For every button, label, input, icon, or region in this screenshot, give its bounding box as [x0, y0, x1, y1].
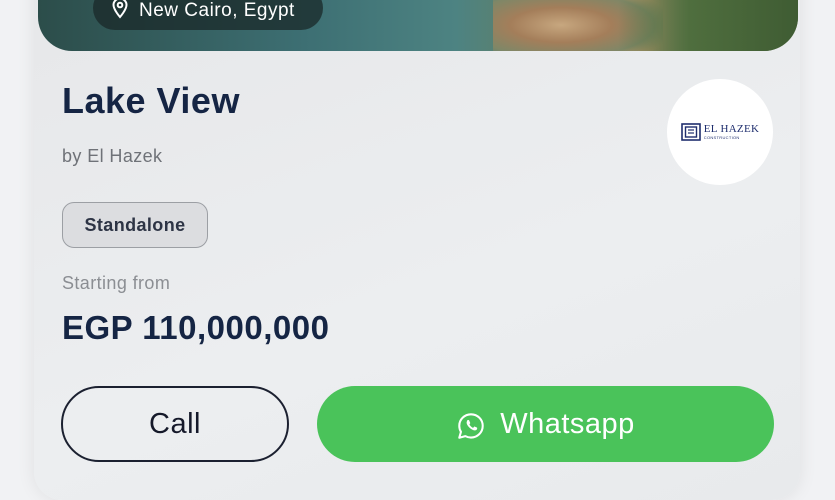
call-button[interactable]: Call: [61, 386, 289, 462]
whatsapp-button[interactable]: Whatsapp: [317, 386, 774, 462]
whatsapp-label: Whatsapp: [500, 407, 635, 440]
whatsapp-icon: [458, 413, 484, 439]
hero-grass: [618, 0, 798, 51]
logo-subtitle: CONSTRUCTION: [703, 135, 740, 140]
price-label: Starting from: [62, 273, 171, 293]
developer-byline: by El Hazek: [62, 146, 163, 166]
listing-title: Lake View: [62, 80, 240, 121]
el-hazek-logo: EL HAZEK CONSTRUCTION: [680, 123, 760, 141]
el-hazek-logo-mark-icon: [680, 123, 701, 141]
price-value: EGP 110,000,000: [62, 309, 330, 346]
hero-image[interactable]: New Cairo, Egypt: [38, 0, 798, 51]
logo-name: EL HAZEK: [703, 123, 760, 135]
location-badge: New Cairo, Egypt: [93, 0, 323, 30]
property-type-tag: Standalone: [62, 202, 208, 248]
developer-logo[interactable]: EL HAZEK CONSTRUCTION: [667, 79, 773, 185]
location-text: New Cairo, Egypt: [139, 0, 295, 21]
location-pin-icon: [112, 0, 128, 19]
